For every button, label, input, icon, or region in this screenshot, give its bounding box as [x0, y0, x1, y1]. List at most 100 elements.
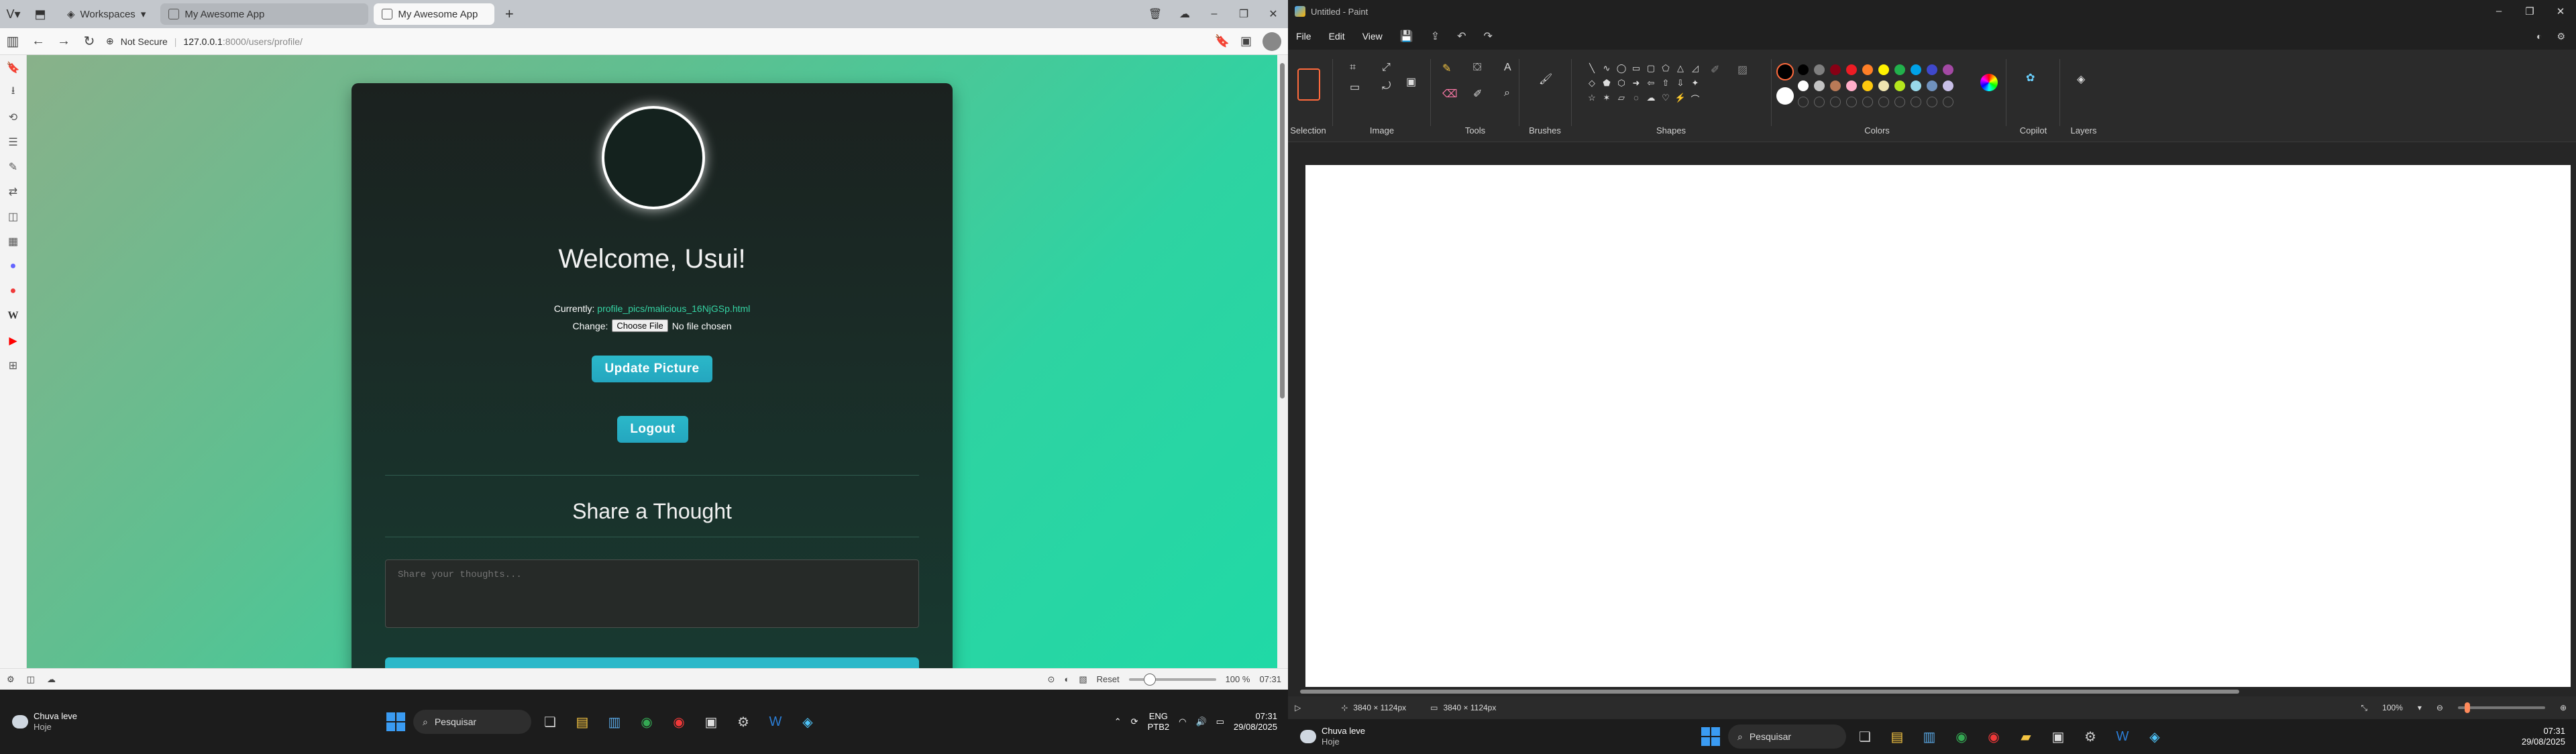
- crop-icon[interactable]: ⌗: [1350, 62, 1375, 74]
- color-swatch[interactable]: [1878, 64, 1889, 75]
- chevron-down-icon[interactable]: ▾: [2418, 703, 2422, 712]
- terminal-icon[interactable]: ▣: [2045, 723, 2072, 750]
- custom-color-slot[interactable]: [1830, 97, 1841, 107]
- tab-my-awesome-app-1[interactable]: My Awesome App: [160, 3, 369, 25]
- image-toggle-icon[interactable]: ▧: [1079, 674, 1087, 685]
- color-swatch[interactable]: [1830, 64, 1841, 75]
- zoom-in-icon[interactable]: ⊕: [2560, 703, 2567, 712]
- vivaldi-social-icon[interactable]: ●: [0, 278, 26, 303]
- tab-my-awesome-app-2[interactable]: My Awesome App: [374, 3, 495, 25]
- panel-toggle-icon[interactable]: ▥: [0, 33, 25, 50]
- color-swatch[interactable]: [1911, 80, 1921, 91]
- redo-icon[interactable]: ↷: [1484, 30, 1493, 43]
- settings-icon[interactable]: ⚙: [2077, 723, 2104, 750]
- app-icon[interactable]: ◈: [794, 708, 821, 735]
- taskbar-search[interactable]: ⌕ Pesquisar: [1728, 724, 1846, 749]
- color-swatch[interactable]: [1878, 80, 1889, 91]
- logout-button[interactable]: Logout: [617, 416, 688, 443]
- tab-bar-toggle-icon[interactable]: ⬒: [27, 0, 54, 28]
- settings-icon[interactable]: ⚙: [730, 708, 757, 735]
- thought-input[interactable]: [385, 559, 919, 628]
- drawing-canvas[interactable]: [1305, 165, 2571, 687]
- maximize-button[interactable]: ❐: [1229, 7, 1258, 21]
- menu-file[interactable]: File: [1296, 31, 1311, 42]
- color-swatch[interactable]: [1927, 64, 1937, 75]
- store-icon[interactable]: ▥: [601, 708, 628, 735]
- color-swatch[interactable]: [1798, 80, 1809, 91]
- custom-color-slot[interactable]: [1927, 97, 1937, 107]
- selection-tool-icon[interactable]: [1297, 68, 1320, 101]
- mastodon-panel-icon[interactable]: ●: [0, 254, 26, 278]
- menu-edit[interactable]: Edit: [1329, 31, 1345, 42]
- bookmarks-panel-icon[interactable]: 🔖: [0, 55, 26, 80]
- fit-to-window-icon[interactable]: ⤡: [2361, 703, 2368, 713]
- taskbar-search[interactable]: ⌕ Pesquisar: [413, 710, 531, 734]
- capture-icon[interactable]: ⊙: [1048, 674, 1055, 685]
- custom-color-slot[interactable]: [1943, 97, 1953, 107]
- language-indicator[interactable]: ENG PTB2: [1148, 711, 1170, 733]
- close-button[interactable]: ✕: [1258, 7, 1288, 21]
- new-tab-button[interactable]: +: [497, 3, 521, 25]
- zoom-reset-label[interactable]: Reset: [1097, 674, 1120, 684]
- color-swatch[interactable]: [1862, 80, 1873, 91]
- color-swatch[interactable]: [1846, 80, 1857, 91]
- extensions-icon[interactable]: ▣: [1240, 34, 1252, 48]
- color-swatch[interactable]: [1814, 80, 1825, 91]
- outline-icon[interactable]: ✐: [1711, 63, 1731, 76]
- wifi-icon[interactable]: ◠: [1179, 716, 1186, 727]
- color-swatch[interactable]: [1814, 64, 1825, 75]
- color-swatch[interactable]: [1911, 64, 1921, 75]
- tiling-icon[interactable]: ◫: [27, 674, 35, 685]
- zoom-slider-knob[interactable]: [2464, 702, 2470, 713]
- add-web-panel-icon[interactable]: ⊞: [0, 353, 26, 378]
- fill-icon[interactable]: ⛋: [1473, 62, 1497, 75]
- color-swatch[interactable]: [1894, 64, 1905, 75]
- pencil-icon[interactable]: ✎: [1442, 62, 1466, 75]
- expand-icon[interactable]: ▷: [1295, 703, 1301, 712]
- settings-gear-icon[interactable]: ⚙: [2557, 31, 2565, 42]
- folder-icon[interactable]: ▰: [2012, 723, 2039, 750]
- scrollbar-thumb[interactable]: [1280, 63, 1285, 398]
- secondary-color[interactable]: [1776, 87, 1794, 105]
- image-select-icon[interactable]: ▭: [1350, 80, 1375, 94]
- minimize-button[interactable]: –: [1199, 8, 1229, 20]
- current-picture-link[interactable]: profile_pics/malicious_16NjGSp.html: [597, 303, 750, 314]
- battery-icon[interactable]: ▭: [1216, 716, 1224, 727]
- save-icon[interactable]: 💾: [1400, 30, 1413, 43]
- page-actions-icon[interactable]: ◐: [1064, 674, 1069, 684]
- color-swatch[interactable]: [1927, 80, 1937, 91]
- undo-icon[interactable]: ↶: [1457, 30, 1466, 43]
- bookmark-icon[interactable]: 🔖: [1215, 34, 1230, 48]
- vivaldi-taskbar-icon[interactable]: ◉: [1980, 723, 2007, 750]
- chrome-icon[interactable]: ◉: [1948, 723, 1975, 750]
- edit-colors-icon[interactable]: [1980, 74, 1998, 91]
- custom-color-slot[interactable]: [1911, 97, 1921, 107]
- settings-gear-icon[interactable]: ⚙: [7, 674, 15, 685]
- weather-widget[interactable]: Chuva leve Hoje: [1288, 726, 1449, 747]
- file-explorer-icon[interactable]: ▤: [1884, 723, 1911, 750]
- notes-panel-icon[interactable]: ✎: [0, 154, 26, 179]
- canvas-horizontal-scrollbar[interactable]: [1288, 687, 2576, 696]
- weather-widget[interactable]: Chuva leve Hoje: [0, 711, 161, 733]
- wikipedia-panel-icon[interactable]: W: [0, 303, 26, 328]
- color-palette[interactable]: [1795, 62, 1956, 110]
- copilot-icon[interactable]: ✿: [2026, 71, 2035, 85]
- task-view-icon[interactable]: ❏: [1851, 723, 1878, 750]
- youtube-panel-icon[interactable]: ▶: [0, 328, 26, 353]
- zoom-slider[interactable]: [1128, 673, 1216, 686]
- rotate-icon[interactable]: ⤾: [1382, 80, 1407, 94]
- maximize-button[interactable]: ❐: [2514, 5, 2545, 17]
- taskbar-clock[interactable]: 07:31 29/08/2025: [1234, 711, 1277, 733]
- store-icon[interactable]: ▥: [1916, 723, 1943, 750]
- custom-color-slot[interactable]: [1846, 97, 1857, 107]
- layers-icon[interactable]: ◈: [2077, 72, 2085, 86]
- color-swatch[interactable]: [1846, 64, 1857, 75]
- start-button[interactable]: [1699, 724, 1723, 749]
- terminal-icon[interactable]: ▣: [698, 708, 724, 735]
- page-scrollbar[interactable]: [1277, 55, 1288, 668]
- primary-color[interactable]: [1776, 63, 1794, 80]
- custom-color-slot[interactable]: [1814, 97, 1825, 107]
- tray-overflow-icon[interactable]: ⌃: [1114, 716, 1122, 727]
- cloud-sync-icon[interactable]: ☁: [1170, 7, 1199, 21]
- downloads-panel-icon[interactable]: ⭳: [0, 80, 26, 105]
